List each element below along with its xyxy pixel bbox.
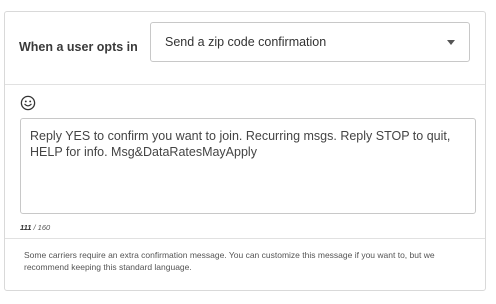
footer: Some carriers require an extra confirmat… — [5, 238, 485, 292]
chevron-down-icon — [447, 40, 455, 45]
character-counter: 111 / 160 — [20, 223, 50, 232]
character-count-used: 111 — [20, 223, 32, 232]
confirmation-settings-panel: When a user opts in Send a zip code conf… — [4, 11, 486, 291]
message-text: Reply YES to confirm you want to join. R… — [30, 129, 451, 159]
smiley-face-icon[interactable] — [20, 95, 36, 111]
character-count-max: 160 — [37, 223, 51, 232]
optin-action-dropdown[interactable]: Send a zip code confirmation — [150, 22, 470, 62]
carrier-note: Some carriers require an extra confirmat… — [24, 250, 435, 272]
optin-label: When a user opts in — [19, 40, 138, 54]
dropdown-selected-value: Send a zip code confirmation — [165, 35, 327, 49]
message-textarea[interactable]: Reply YES to confirm you want to join. R… — [20, 118, 476, 214]
optin-row: When a user opts in Send a zip code conf… — [5, 12, 485, 85]
